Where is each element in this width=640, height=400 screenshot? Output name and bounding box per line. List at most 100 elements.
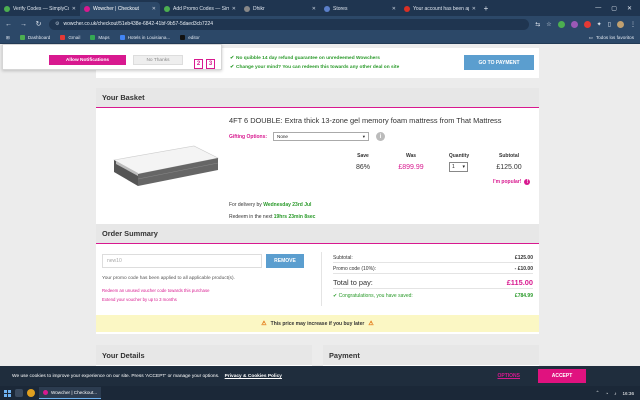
apps-icon[interactable]: ⊞ <box>6 35 10 41</box>
close-icon[interactable]: ✕ <box>472 6 476 12</box>
star-icon[interactable]: ☆ <box>546 21 551 28</box>
translate-icon[interactable]: ⇆ <box>535 21 540 28</box>
redeem-prefix: Redeem in the next <box>229 214 273 220</box>
tab-add-promo-codes[interactable]: Add Promo Codes — SimplyCo ✕ <box>160 2 240 16</box>
tab-label: Stores <box>333 6 348 12</box>
mattress-image[interactable] <box>104 138 222 198</box>
checkout-page: Allow Notifications No Thanks 2 3 ✔ No qu… <box>0 44 640 366</box>
profile-avatar[interactable] <box>617 20 624 28</box>
product-title[interactable]: 4FT 6 DOUBLE: Extra thick 13-zone gel me… <box>229 116 529 125</box>
check-icon: ✔ <box>230 56 235 61</box>
wowcher-favicon <box>43 390 48 395</box>
extension-icon[interactable] <box>570 20 578 28</box>
clock-time[interactable]: 16:36 <box>623 391 635 396</box>
divider <box>321 252 322 306</box>
tab-wowcher-checkout[interactable]: Wowcher | Checkout ✕ <box>80 2 160 16</box>
sidepanel-icon[interactable]: ▯ <box>608 21 611 28</box>
tab-dhikr[interactable]: Dhikr ✕ <box>240 2 320 16</box>
total-amount: £115.00 <box>506 278 533 287</box>
gifting-selected-value: None <box>277 134 288 139</box>
redeem-voucher-link[interactable]: Redeem an unused voucher code towards th… <box>102 288 210 293</box>
menu-icon[interactable]: ⋮ <box>630 21 636 28</box>
browser-tab-bar: Verify Codes — SimplyCodes ✕ Wowcher | C… <box>0 0 640 16</box>
guarantee-notice: ✔ No quibble 14 day refund guarantee on u… <box>230 54 399 72</box>
back-icon[interactable]: ← <box>4 21 13 28</box>
info-icon[interactable]: i <box>376 132 385 141</box>
was-value: £899.99 <box>398 164 424 171</box>
step-2[interactable]: 2 <box>194 59 203 69</box>
tab-verify-codes[interactable]: Verify Codes — SimplyCodes ✕ <box>0 2 80 16</box>
tab-account-approved[interactable]: Your account has been appro ✕ <box>400 2 480 16</box>
bookmark-maps[interactable]: Maps <box>90 35 110 40</box>
close-icon[interactable]: ✕ <box>72 6 76 12</box>
close-icon[interactable]: ✕ <box>392 6 396 12</box>
bookmark-label: editor <box>188 35 200 40</box>
bookmark-gmail[interactable]: Gmail <box>60 35 80 40</box>
minimize-icon[interactable]: — <box>595 5 601 12</box>
url-text: wowcher.co.uk/checkout/51eb438e-6842-41b… <box>63 21 214 27</box>
tab-label: Dhikr <box>253 6 265 12</box>
new-tab-button[interactable]: + <box>480 4 492 13</box>
delivery-prefix: For delivery by <box>229 202 262 208</box>
puzzle-icon[interactable]: ✦ <box>597 21 602 28</box>
editor-icon <box>180 35 186 40</box>
gmail-icon <box>60 35 66 40</box>
quantity-select[interactable]: 1 ▾ <box>449 162 468 172</box>
tab-stores[interactable]: Stores ✕ <box>320 2 400 16</box>
forward-icon[interactable]: → <box>19 21 28 28</box>
reload-icon[interactable]: ↻ <box>34 20 43 28</box>
site-info-icon[interactable]: ⚙ <box>55 21 59 27</box>
cookie-options-link[interactable]: OPTIONS <box>497 373 520 379</box>
taskbar-task-wowcher[interactable]: Wowcher | Checkout... <box>39 387 102 399</box>
folder-icon: ▭ <box>588 34 593 40</box>
chrome-icon[interactable] <box>27 389 35 397</box>
address-bar[interactable]: ⚙ wowcher.co.uk/checkout/51eb438e-6842-4… <box>49 18 530 30</box>
start-icon[interactable] <box>4 389 11 397</box>
save-value: 86% <box>355 164 370 171</box>
wifi-icon[interactable]: ◔ <box>605 391 608 396</box>
cookie-text-wrap: We use cookies to improve your experienc… <box>12 374 497 379</box>
bookmark-dashboard[interactable]: Dashboard <box>19 35 50 40</box>
close-icon[interactable]: ✕ <box>152 6 156 12</box>
allow-notifications-button[interactable]: Allow Notifications <box>49 55 126 65</box>
redeem-timer: Redeem in the next 19hrs 23min 8sec <box>229 214 315 220</box>
all-bookmarks[interactable]: ▭ Todos los favoritos <box>589 35 634 41</box>
no-thanks-button[interactable]: No Thanks <box>133 55 183 65</box>
tab-favicon <box>84 6 90 12</box>
promo-code-input[interactable]: new10 <box>102 254 262 268</box>
close-icon[interactable]: ✕ <box>312 6 316 12</box>
speaker-icon[interactable]: ♪ <box>614 391 616 396</box>
total-label: Total to pay: <box>333 278 373 287</box>
maximize-icon[interactable]: ▢ <box>611 5 617 12</box>
extension-icon[interactable] <box>583 20 591 28</box>
guarantee-line: ✔ Change your mind? You can redeem this t… <box>230 63 399 72</box>
go-to-payment-button[interactable]: GO TO PAYMENT <box>464 55 534 70</box>
guarantee-line: ✔ No quibble 14 day refund guarantee on u… <box>230 54 399 63</box>
order-summary-heading: Order Summary <box>96 224 539 244</box>
tab-label: Verify Codes — SimplyCodes <box>13 6 69 12</box>
bookmark-editor[interactable]: editor <box>180 35 200 40</box>
bookmark-hotels[interactable]: Hotels in Louisiana... <box>119 35 170 40</box>
check-icon: ✔ <box>230 65 235 70</box>
dashboard-icon <box>19 35 25 40</box>
guarantee-text: Change your mind? You can redeem this to… <box>236 65 400 70</box>
accept-cookies-button[interactable]: ACCEPT <box>538 369 586 383</box>
close-icon[interactable]: ✕ <box>232 6 236 12</box>
your-details-card: Your Details <box>96 345 312 366</box>
payment-heading: Payment <box>323 345 539 365</box>
popular-badge: I'm popular!! <box>493 179 531 185</box>
bookmark-label: Gmail <box>68 35 81 40</box>
checkout-steps: 2 3 <box>194 59 215 69</box>
close-window-icon[interactable]: ✕ <box>627 5 632 12</box>
chevron-up-icon[interactable]: ⌃ <box>596 390 600 396</box>
remove-promo-button[interactable]: REMOVE <box>266 254 304 268</box>
summary-promo-row: Promo code (10%): - £10.00 <box>333 266 533 274</box>
search-icon[interactable] <box>15 389 23 397</box>
gifting-options-select[interactable]: None ▾ <box>273 132 369 141</box>
extension-icon[interactable] <box>557 20 565 28</box>
chevron-down-icon: ▾ <box>362 133 365 139</box>
extend-voucher-link[interactable]: Extend your voucher by up to 3 months <box>102 297 177 302</box>
step-3[interactable]: 3 <box>206 59 215 69</box>
privacy-policy-link[interactable]: Privacy & Cookies Policy <box>225 374 282 379</box>
taskbar-task-label: Wowcher | Checkout... <box>51 390 98 395</box>
